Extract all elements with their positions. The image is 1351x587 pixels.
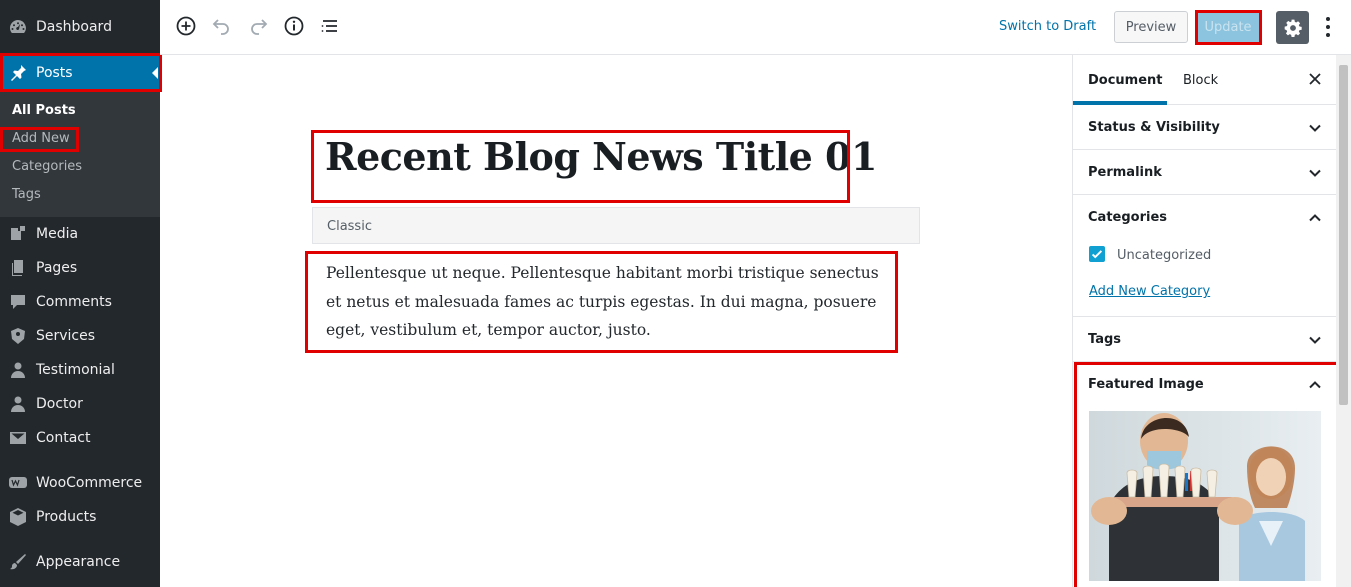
products-icon: [0, 507, 36, 527]
menu-label: Media: [36, 226, 79, 242]
posts-submenu: All Posts Add New Categories Tags: [0, 90, 160, 217]
dashboard-icon: [0, 17, 36, 37]
menu-services[interactable]: Services: [0, 319, 160, 353]
redo-icon[interactable]: [246, 14, 270, 38]
brush-icon: [0, 552, 36, 572]
info-icon[interactable]: [282, 14, 306, 38]
menu-products[interactable]: Products: [0, 500, 160, 534]
woo-icon: [0, 473, 36, 493]
check-icon: [1091, 250, 1103, 259]
chevron-up-icon[interactable]: [1307, 210, 1323, 226]
add-block-icon[interactable]: [174, 14, 198, 38]
preview-button[interactable]: Preview: [1114, 11, 1188, 43]
outline-icon[interactable]: [318, 14, 342, 38]
menu-label: WooCommerce: [36, 475, 143, 491]
undo-icon[interactable]: [210, 14, 234, 38]
menu-label: Services: [36, 328, 96, 344]
highlight-update: [1195, 10, 1262, 45]
classic-block-toolbar[interactable]: Classic: [312, 207, 920, 244]
section-title: Permalink: [1088, 165, 1162, 180]
panel-tabs: Document Block: [1073, 55, 1337, 105]
section-tags[interactable]: Tags: [1073, 317, 1337, 362]
section-title: Status & Visibility: [1088, 120, 1220, 135]
more-options-icon[interactable]: [1323, 15, 1333, 39]
classic-block-label: Classic: [327, 219, 372, 234]
menu-label: Dashboard: [36, 19, 112, 35]
email-icon: [0, 428, 36, 448]
switch-to-draft-button[interactable]: Switch to Draft: [999, 19, 1096, 34]
section-permalink[interactable]: Permalink: [1073, 150, 1337, 195]
menu-media[interactable]: Media: [0, 217, 160, 251]
menu-label: Comments: [36, 294, 112, 310]
menu-appearance[interactable]: Appearance: [0, 545, 160, 579]
section-title[interactable]: Categories: [1088, 210, 1167, 225]
category-checkbox[interactable]: [1089, 246, 1105, 262]
gear-icon: [1284, 19, 1302, 37]
pages-icon: [0, 258, 36, 278]
highlight-title: [311, 130, 850, 203]
menu-contact[interactable]: Contact: [0, 421, 160, 455]
menu-label: Pages: [36, 260, 78, 276]
section-status-visibility[interactable]: Status & Visibility: [1073, 105, 1337, 150]
menu-comments[interactable]: Comments: [0, 285, 160, 319]
chevron-down-icon: [1309, 124, 1321, 132]
menu-doctor[interactable]: Doctor: [0, 387, 160, 421]
settings-button[interactable]: [1276, 11, 1309, 44]
highlight-featured-image: [1074, 362, 1340, 587]
menu-label: Products: [36, 509, 97, 525]
menu-label: Contact: [36, 430, 91, 446]
menu-label: Appearance: [36, 554, 121, 570]
highlight-posts: [0, 53, 162, 92]
add-new-category-link[interactable]: Add New Category: [1089, 284, 1210, 299]
services-icon: [0, 326, 36, 346]
close-icon[interactable]: [1307, 71, 1323, 87]
highlight-add-new: [0, 127, 79, 152]
tab-block[interactable]: Block: [1183, 73, 1218, 88]
media-icon: [0, 224, 36, 244]
highlight-content: [305, 251, 898, 353]
chevron-down-icon: [1309, 336, 1321, 344]
tab-document[interactable]: Document: [1088, 73, 1163, 88]
submenu-categories[interactable]: Categories: [12, 159, 82, 174]
menu-pages[interactable]: Pages: [0, 251, 160, 285]
menu-dashboard[interactable]: Dashboard: [0, 10, 160, 44]
scrollbar-thumb[interactable]: [1339, 65, 1348, 405]
panel-scrollbar[interactable]: [1336, 55, 1351, 587]
submenu-tags[interactable]: Tags: [12, 187, 41, 202]
menu-woocommerce[interactable]: WooCommerce: [0, 466, 160, 500]
editor-toolbar: Switch to Draft Preview Update: [160, 0, 1351, 55]
category-label: Uncategorized: [1117, 248, 1212, 263]
menu-label: Testimonial: [36, 362, 115, 378]
chevron-down-icon: [1309, 169, 1321, 177]
submenu-all-posts[interactable]: All Posts: [12, 103, 76, 118]
user-icon: [0, 360, 36, 380]
menu-testimonial[interactable]: Testimonial: [0, 353, 160, 387]
section-title: Tags: [1088, 332, 1122, 347]
menu-label: Doctor: [36, 396, 83, 412]
comments-icon: [0, 292, 36, 312]
user-icon: [0, 394, 36, 414]
